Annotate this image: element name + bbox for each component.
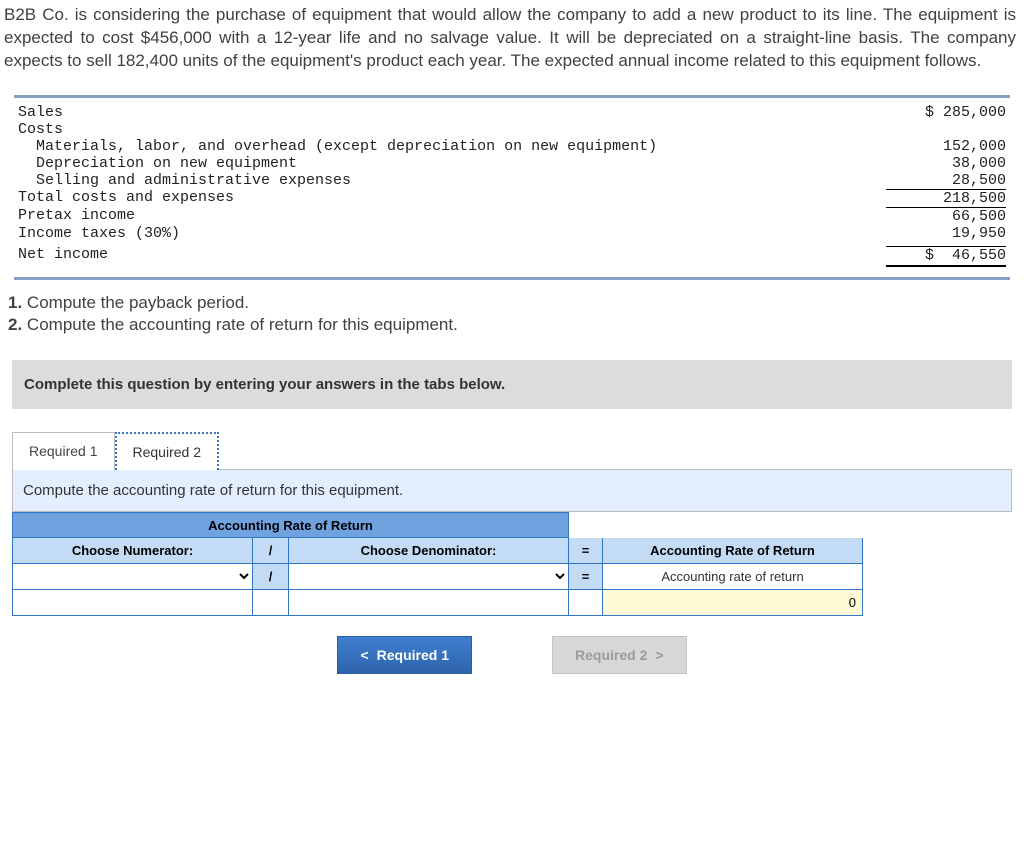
tab-prompt: Compute the accounting rate of return fo… (12, 469, 1012, 512)
tax-value: 19,950 (886, 225, 1006, 242)
mlo-value: 152,000 (886, 138, 1006, 155)
numerator-input[interactable] (13, 590, 253, 616)
tax-label: Income taxes (30%) (18, 225, 886, 242)
dep-label: Depreciation on new equipment (18, 155, 886, 172)
denominator-header: Choose Denominator: (289, 538, 569, 564)
total-label: Total costs and expenses (18, 189, 886, 207)
pretax-value: 66,500 (886, 207, 1006, 225)
costs-label: Costs (18, 121, 886, 138)
tab-strip: Required 1 Required 2 (12, 431, 1024, 469)
equals-blank (569, 590, 603, 616)
instruction-bar: Complete this question by entering your … (12, 360, 1012, 409)
net-label: Net income (18, 246, 886, 267)
result-header: Accounting Rate of Return (603, 538, 863, 564)
denominator-input[interactable] (289, 590, 569, 616)
sa-label: Selling and administrative expenses (18, 172, 886, 189)
total-value: 218,500 (886, 189, 1006, 207)
equals-cell: = (569, 564, 603, 590)
tab-required-1[interactable]: Required 1 (12, 432, 115, 470)
slash-header: / (253, 538, 289, 564)
tab-required-2[interactable]: Required 2 (115, 432, 220, 470)
pretax-label: Pretax income (18, 207, 886, 225)
sa-value: 28,500 (886, 172, 1006, 189)
denominator-select[interactable] (289, 564, 569, 590)
net-value: $ 46,550 (886, 246, 1006, 267)
chevron-left-icon: < (360, 647, 368, 663)
chevron-right-icon: > (655, 647, 663, 663)
question-list: 1. Compute the payback period. 2. Comput… (0, 288, 1024, 340)
prev-button[interactable]: < Required 1 (337, 636, 472, 674)
table-title: Accounting Rate of Return (13, 512, 569, 538)
numerator-header: Choose Numerator: (13, 538, 253, 564)
nav-buttons: < Required 1 Required 2 > (0, 636, 1024, 674)
mlo-label: Materials, labor, and overhead (except d… (18, 138, 886, 155)
income-statement: Sales $ 285,000 Costs Materials, labor, … (14, 95, 1010, 280)
numerator-select[interactable] (13, 564, 253, 590)
result-value-cell[interactable] (603, 590, 863, 616)
problem-statement: B2B Co. is considering the purchase of e… (0, 0, 1024, 77)
result-label-cell: Accounting rate of return (603, 564, 863, 590)
sales-value: $ 285,000 (886, 104, 1006, 121)
slash-cell: / (253, 564, 289, 590)
sales-label: Sales (18, 104, 886, 121)
equals-header: = (569, 538, 603, 564)
dep-value: 38,000 (886, 155, 1006, 172)
answer-table: Accounting Rate of Return Choose Numerat… (12, 512, 863, 616)
slash-blank (253, 590, 289, 616)
next-label: Required 2 (575, 647, 647, 663)
prev-label: Required 1 (377, 647, 449, 663)
next-button[interactable]: Required 2 > (552, 636, 687, 674)
